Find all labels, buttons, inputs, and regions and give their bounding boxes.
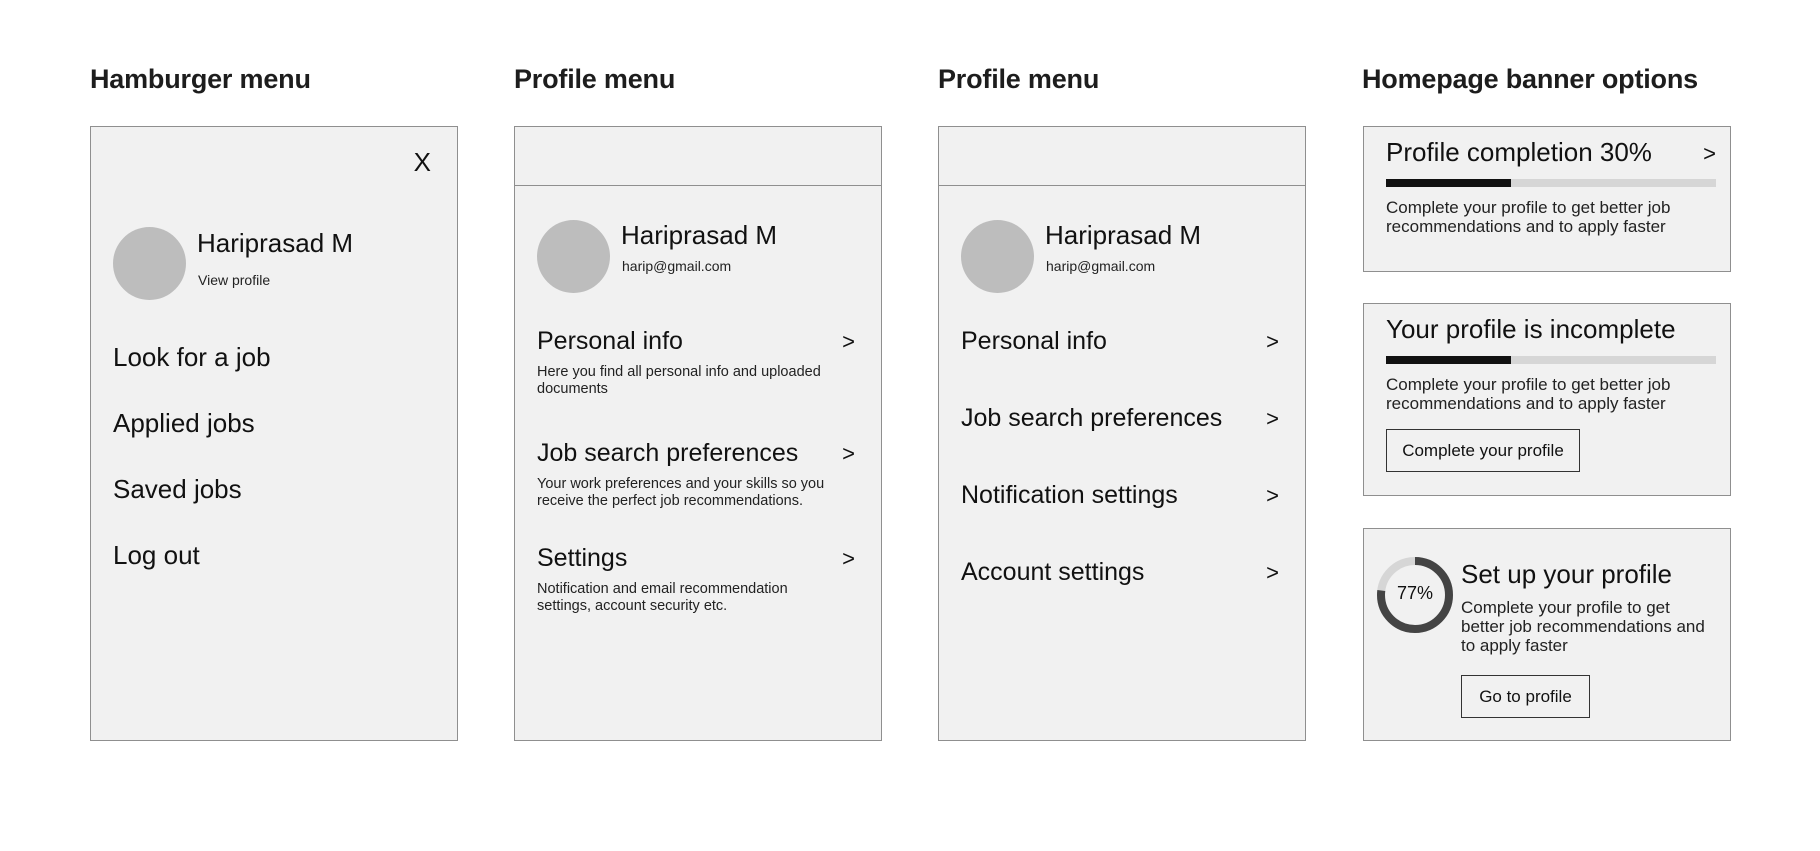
chevron-right-icon: >	[842, 441, 855, 466]
row-description: Notification and email recommendation se…	[537, 581, 788, 614]
close-icon[interactable]: X	[414, 147, 431, 178]
top-bar	[939, 127, 1305, 186]
row-label: Job search preferences	[961, 404, 1223, 432]
menu-item-saved-jobs[interactable]: Saved jobs	[113, 474, 242, 505]
chevron-right-icon: >	[842, 329, 855, 354]
row-description: Here you find all personal info and uplo…	[537, 364, 821, 397]
banner-title: Set up your profile	[1461, 559, 1673, 589]
menu-row-notification-settings[interactable]: Notification settings >	[961, 481, 1279, 515]
hamburger-menu-panel: X Hariprasad M View profile Look for a j…	[90, 126, 458, 741]
row-label: Account settings	[961, 558, 1145, 586]
banner-description: Complete your profile to get better job …	[1386, 375, 1671, 413]
row-description: Your work preferences and your skills so…	[537, 476, 825, 509]
chevron-right-icon: >	[1266, 560, 1279, 585]
menu-row-account-settings[interactable]: Account settings >	[961, 558, 1279, 592]
profile-menu-heading: Profile menu	[514, 64, 676, 94]
view-profile-link[interactable]: View profile	[198, 272, 270, 288]
menu-item-applied-jobs[interactable]: Applied jobs	[113, 408, 255, 439]
user-email: harip@gmail.com	[622, 258, 732, 274]
hamburger-menu-heading: Hamburger menu	[90, 64, 311, 94]
profile-incomplete-banner: Your profile is incomplete Complete your…	[1363, 303, 1731, 496]
homepage-banner-heading: Homepage banner options	[1362, 64, 1698, 94]
chevron-right-icon: >	[1266, 406, 1279, 431]
progress-bar	[1386, 356, 1716, 364]
go-to-profile-button[interactable]: Go to profile	[1461, 675, 1590, 718]
profile-menu-heading-2: Profile menu	[938, 64, 1100, 94]
row-label: Settings	[537, 544, 628, 572]
user-email: harip@gmail.com	[1046, 258, 1156, 274]
banner-description: Complete your profile to get better job …	[1461, 598, 1705, 655]
menu-item-log-out[interactable]: Log out	[113, 540, 200, 571]
chevron-right-icon: >	[1266, 329, 1279, 354]
profile-completion-banner[interactable]: Profile completion 30% > Complete your p…	[1363, 126, 1731, 272]
menu-row-job-search-preferences[interactable]: Job search preferences >	[961, 404, 1279, 438]
progress-fill	[1386, 356, 1512, 364]
banner-title: Profile completion 30%	[1386, 137, 1652, 167]
menu-row-personal-info[interactable]: Personal info > Here you find all person…	[537, 327, 855, 397]
menu-row-job-search-preferences[interactable]: Job search preferences > Your work prefe…	[537, 439, 855, 509]
banner-description: Complete your profile to get better job …	[1386, 198, 1671, 236]
complete-profile-button[interactable]: Complete your profile	[1386, 429, 1580, 472]
chevron-right-icon: >	[842, 546, 855, 571]
chevron-right-icon: >	[1266, 483, 1279, 508]
row-label: Personal info	[537, 327, 683, 355]
user-name: Hariprasad M	[1045, 220, 1202, 250]
menu-row-personal-info[interactable]: Personal info >	[961, 327, 1279, 361]
banner-title: Your profile is incomplete	[1386, 314, 1676, 344]
user-name: Hariprasad M	[621, 220, 778, 250]
avatar[interactable]	[537, 220, 610, 293]
profile-menu-detailed-panel: Hariprasad M harip@gmail.com Personal in…	[514, 126, 882, 741]
row-label: Personal info	[961, 327, 1107, 355]
progress-bar	[1386, 179, 1716, 187]
avatar[interactable]	[961, 220, 1034, 293]
user-name: Hariprasad M	[197, 228, 354, 258]
row-label: Job search preferences	[537, 439, 799, 467]
top-bar	[515, 127, 881, 186]
progress-percent: 77%	[1396, 583, 1434, 603]
chevron-right-icon[interactable]: >	[1703, 141, 1716, 167]
row-label: Notification settings	[961, 481, 1178, 509]
menu-item-look-for-a-job[interactable]: Look for a job	[113, 342, 271, 373]
profile-menu-simple-panel: Hariprasad M harip@gmail.com Personal in…	[938, 126, 1306, 741]
avatar[interactable]	[113, 227, 186, 300]
progress-fill	[1386, 179, 1512, 187]
setup-profile-banner: 77% Set up your profile Complete your pr…	[1363, 528, 1731, 741]
menu-row-settings[interactable]: Settings > Notification and email recomm…	[537, 544, 855, 614]
